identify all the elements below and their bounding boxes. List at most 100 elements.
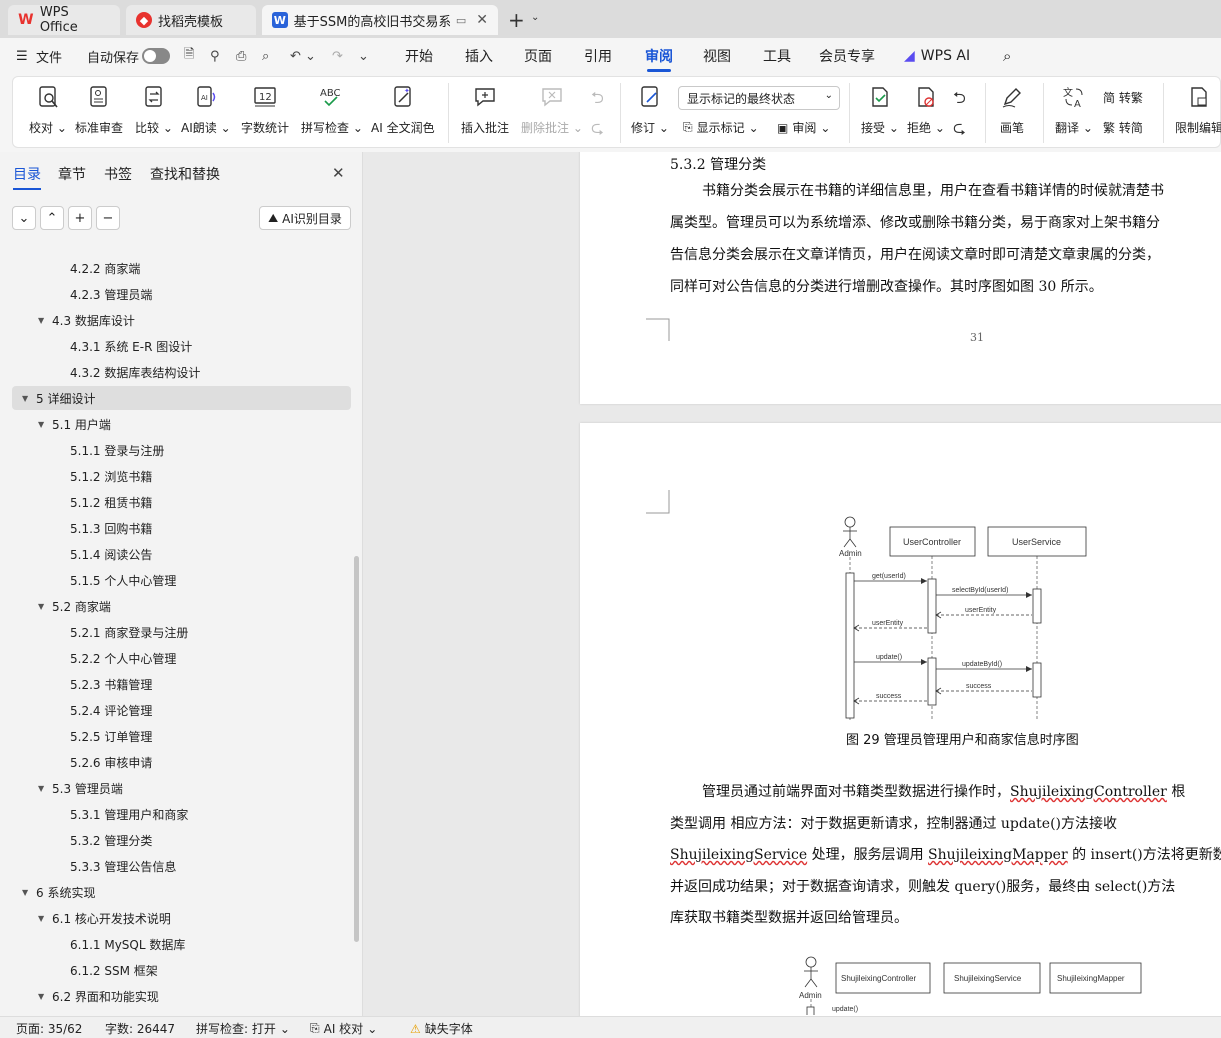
toc-item[interactable]: 4.2.2 商家端 (70, 256, 140, 280)
close-icon[interactable]: ✕ (332, 164, 345, 182)
insert-comment-button[interactable]: 插入批注 (461, 83, 509, 136)
prev-change-icon[interactable]: ⮌ (953, 87, 966, 114)
toc-item[interactable]: 5.2.3 书籍管理 (70, 672, 152, 696)
toc-item[interactable]: 5.3.2 管理分类 (70, 828, 152, 852)
accept-button[interactable]: 接受 ⌄ (861, 83, 899, 136)
restrict-edit-button[interactable]: 限制编辑 (1175, 83, 1221, 136)
toc-item[interactable]: 5.2.4 评论管理 (70, 698, 152, 722)
expand-down-button[interactable]: ⌄ (12, 206, 36, 230)
expand-triangle-icon[interactable]: ▼ (22, 394, 36, 403)
expand-triangle-icon[interactable]: ▼ (38, 316, 52, 325)
toc-item[interactable]: 5.1.3 回购书籍 (70, 516, 152, 540)
simp-to-trad-button[interactable]: 简 转繁 (1103, 89, 1143, 106)
tab-start[interactable]: 开始 (405, 38, 433, 74)
toc-item[interactable]: ▼ 5.2 商家端 (38, 594, 111, 618)
ai-polish-button[interactable]: ✦ AI 全文润色 (371, 83, 435, 136)
word-count-button[interactable]: 12 字数统计 (241, 83, 289, 136)
sidebar-tab-bookmarks[interactable]: 书签 (104, 164, 132, 184)
save-icon[interactable]: 🗎 (184, 38, 194, 74)
expand-triangle-icon[interactable]: ▼ (38, 420, 52, 429)
toc-item[interactable]: ▼ 6.1 核心开发技术说明 (38, 906, 171, 930)
tab-insert[interactable]: 插入 (465, 38, 493, 74)
tab-docer-templates[interactable]: ◆ 找稻壳模板 (126, 5, 256, 35)
toc-item[interactable]: ▼ 6 系统实现 (22, 880, 95, 904)
next-change-icon[interactable]: ⮎ (953, 117, 966, 144)
sidebar-tab-find-replace[interactable]: 查找和替换 (150, 164, 220, 184)
proofread-button[interactable]: 校对 ⌄ (29, 83, 67, 136)
review-pane-button[interactable]: ▣ 审阅 ⌄ (777, 119, 830, 136)
tab-page[interactable]: 页面 (524, 38, 552, 74)
search-icon[interactable]: ⌕ (1003, 38, 1011, 74)
toc-item[interactable]: ▼ 5.1 用户端 (38, 412, 111, 436)
autosave-toggle[interactable] (142, 38, 170, 74)
markup-state-select[interactable]: 显示标记的最终状态 ⌄ (678, 86, 840, 110)
trad-to-simp-button[interactable]: 繁 转简 (1103, 119, 1143, 136)
spell-check-indicator[interactable]: 拼写检查: 打开 ⌄ (196, 1020, 290, 1037)
hamburger-icon[interactable]: ☰ (16, 38, 28, 74)
sidebar-scrollbar[interactable] (354, 556, 359, 942)
compare-button[interactable]: 比较 ⌄ (135, 83, 173, 136)
close-tab-icon[interactable]: ✕ (476, 12, 488, 28)
expand-triangle-icon[interactable]: ▼ (38, 784, 52, 793)
toc-item[interactable]: 4.3.1 系统 E-R 图设计 (70, 334, 192, 358)
tab-tools[interactable]: 工具 (763, 38, 791, 74)
tab-view[interactable]: 视图 (703, 38, 731, 74)
spell-check-button[interactable]: ABC 拼写检查 ⌄ (301, 83, 363, 136)
toc-item[interactable]: ▼ 5.3 管理员端 (38, 776, 123, 800)
tab-document[interactable]: W 基于SSM的高校旧书交易系统 ▭ ✕ (262, 5, 498, 35)
toc-item[interactable]: 5.2.2 个人中心管理 (70, 646, 176, 670)
tab-member[interactable]: 会员专享 (819, 38, 875, 74)
sidebar-tab-toc[interactable]: 目录 (13, 164, 41, 190)
expand-triangle-icon[interactable]: ▼ (38, 992, 52, 1001)
next-comment-icon[interactable]: ⮎ (591, 117, 604, 144)
toc-item[interactable]: 5.2.1 商家登录与注册 (70, 620, 188, 644)
missing-font-indicator[interactable]: ⚠ 缺失字体 (410, 1020, 473, 1037)
toc-item[interactable]: 5.1.2 租赁书籍 (70, 490, 152, 514)
tab-references[interactable]: 引用 (584, 38, 612, 74)
toc-item[interactable]: 5.3.1 管理用户和商家 (70, 802, 188, 826)
remove-level-button[interactable]: − (96, 206, 120, 230)
wps-ai-button[interactable]: ◢ WPS AI (904, 38, 970, 74)
tab-review[interactable]: 审阅 (645, 38, 673, 74)
toc-item[interactable]: 5.1.4 阅读公告 (70, 542, 152, 566)
share-icon[interactable]: ⚲ (210, 38, 220, 74)
add-level-button[interactable]: + (68, 206, 92, 230)
pen-button[interactable]: 画笔 (999, 83, 1025, 136)
show-markup-button[interactable]: ⎘ 显示标记 ⌄ (683, 119, 759, 136)
page-indicator[interactable]: 页面: 35/62 (16, 1020, 82, 1037)
expand-triangle-icon[interactable]: ▼ (22, 888, 36, 897)
toc-item[interactable]: 4.2.3 管理员端 (70, 282, 152, 306)
word-count-indicator[interactable]: 字数: 26447 (105, 1020, 175, 1037)
toc-item[interactable]: 6.1.1 MySQL 数据库 (70, 932, 185, 956)
toc-item[interactable]: 5.1.5 个人中心管理 (70, 568, 176, 592)
ai-check-indicator[interactable]: ⎘ AI 校对 ⌄ (310, 1020, 377, 1037)
toc-item[interactable]: 5.1.1 登录与注册 (70, 438, 164, 462)
sidebar-tab-chapters[interactable]: 章节 (58, 164, 86, 184)
more-chevron-icon[interactable]: ⌄ (358, 38, 369, 74)
expand-triangle-icon[interactable]: ▼ (38, 914, 52, 923)
new-tab-icon[interactable]: + (508, 8, 525, 32)
translate-button[interactable]: 文A 翻译 ⌄ (1055, 83, 1093, 136)
reject-button[interactable]: 拒绝 ⌄ (907, 83, 945, 136)
delete-comment-button[interactable]: 删除批注 ⌄ (521, 83, 583, 136)
toc-item[interactable]: ▼ 5 详细设计 (22, 386, 95, 410)
toc-item[interactable]: ▼ 4.3 数据库设计 (38, 308, 135, 332)
ai-read-button[interactable]: AI AI朗读 ⌄ (181, 83, 231, 136)
tab-wps-office[interactable]: W WPS Office (8, 5, 120, 35)
expand-triangle-icon[interactable]: ▼ (38, 602, 52, 611)
standard-review-button[interactable]: 标准审查 (75, 83, 123, 136)
toc-item[interactable]: 5.2.5 订单管理 (70, 724, 152, 748)
collapse-up-button[interactable]: ⌃ (40, 206, 64, 230)
toc-item[interactable]: 5.3.3 管理公告信息 (70, 854, 176, 878)
print-preview-icon[interactable]: ⌕ (262, 38, 269, 74)
file-menu[interactable]: 文件 (36, 38, 62, 74)
toc-item[interactable]: ▼ 6.2 界面和功能实现 (38, 984, 159, 1008)
track-changes-button[interactable]: 修订 ⌄ (631, 83, 669, 136)
toc-item[interactable]: 6.1.2 SSM 框架 (70, 958, 158, 982)
toc-item[interactable]: 5.2.6 审核申请 (70, 750, 152, 774)
prev-comment-icon[interactable]: ⮌ (591, 87, 604, 114)
document-area[interactable]: 5.3.2 管理分类 书籍分类会展示在书籍的详细信息里，用户在查看书籍详情的时候… (364, 152, 1221, 1016)
toc-item[interactable]: 4.3.2 数据库表结构设计 (70, 360, 200, 384)
redo-icon[interactable]: ↷ (332, 38, 343, 74)
ai-toc-button[interactable]: ⛰ AI识别目录 (259, 206, 351, 230)
